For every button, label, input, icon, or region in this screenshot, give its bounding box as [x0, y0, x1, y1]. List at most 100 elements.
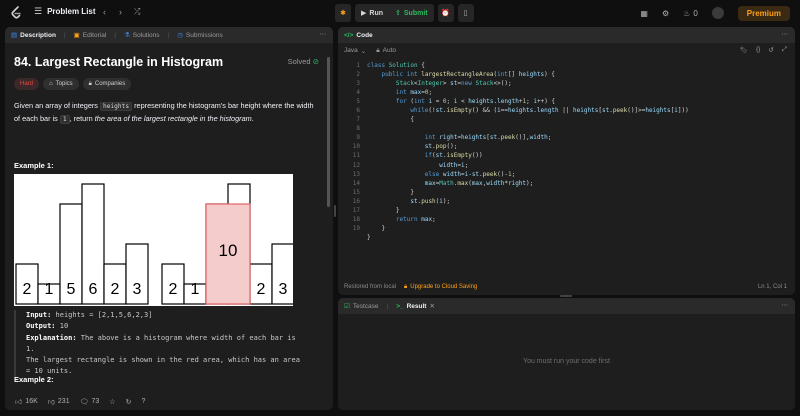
statement-text: Given an array of integers	[14, 101, 100, 110]
language-label: Java	[344, 47, 358, 54]
test-panel-tabs: ☑ Testcase | >_ Result ✕ ⋯	[338, 298, 795, 314]
check-circle-icon: ⊘	[312, 57, 319, 66]
solved-label: Solved	[287, 57, 311, 66]
tab-solutions-label: Solutions	[132, 31, 160, 39]
bookmark-icon[interactable]: 🔖︎	[740, 46, 748, 54]
code-line: }	[367, 188, 414, 196]
upgrade-label: Upgrade to Cloud Saving	[410, 283, 478, 290]
braces-icon[interactable]: {}	[756, 46, 760, 54]
auto-mode[interactable]: 🔒︎ Auto	[376, 47, 396, 55]
next-problem-icon[interactable]: ›	[119, 7, 122, 17]
code-line: }	[367, 233, 371, 241]
line-number: 18	[352, 215, 360, 223]
horizontal-resize-handle[interactable]	[560, 295, 572, 297]
more-icon[interactable]: ⋯	[782, 30, 789, 38]
tab-description[interactable]: ▤ Description	[11, 31, 56, 40]
vertical-resize-handle[interactable]	[334, 205, 336, 217]
submit-label: Submit	[403, 9, 428, 17]
shuffle-icon[interactable]: ⤮	[134, 7, 140, 17]
history-icon: ◷	[177, 32, 183, 39]
run-button[interactable]: ▶ Run	[355, 4, 389, 22]
play-icon: ▶	[361, 10, 367, 17]
share-icon[interactable]: ↻	[126, 398, 132, 406]
explanation-text: The above is a histogram where width of …	[76, 333, 296, 342]
companies-button[interactable]: 🔒︎ Companies	[82, 78, 132, 90]
streak-counter[interactable]: ♨ 0	[683, 9, 698, 18]
code-line: for (int i = 0; i < heights.length+1; i+…	[395, 98, 556, 106]
language-select[interactable]: Java ⌄	[344, 47, 366, 55]
tab-editorial[interactable]: ▣ Editorial	[74, 31, 107, 40]
settings-icon[interactable]: ⚙	[662, 9, 669, 18]
topics-button[interactable]: ⌂ Topics	[43, 78, 79, 90]
alarm-icon: ⏰	[441, 10, 450, 17]
restored-status: Restored from local	[344, 284, 397, 290]
code-editor[interactable]: class Solution { public int largestRecta…	[367, 61, 689, 242]
input-value: heights = [2,1,5,6,2,3]	[51, 311, 153, 319]
tab-testcase-label: Testcase	[352, 302, 379, 310]
example-output: Output: 10	[26, 321, 322, 332]
tab-submissions[interactable]: ◷ Submissions	[177, 31, 223, 40]
output-label: Output:	[26, 322, 56, 331]
thumbs-up-icon: 👍︎	[15, 399, 23, 406]
tab-code-label: Code	[356, 31, 373, 39]
line-number: 8	[356, 125, 360, 133]
page-title: 84. Largest Rectangle in Histogram	[14, 55, 224, 69]
premium-button[interactable]: Premium	[737, 5, 790, 21]
dislike-button[interactable]: 👎︎ 231	[48, 397, 70, 406]
problem-list-button[interactable]: ☰ Problem List	[34, 6, 96, 17]
explanation-text: = 10 units.	[26, 367, 73, 376]
more-icon[interactable]: ⋯	[320, 30, 327, 38]
coin-count: 0	[693, 8, 698, 18]
line-number: 10	[352, 143, 360, 151]
example-explanation: Explanation: The above is a histogram wh…	[26, 333, 322, 344]
tab-divider: |	[63, 31, 66, 39]
line-number: 12	[352, 161, 360, 169]
example-input: Input: heights = [2,1,5,6,2,3]	[26, 310, 322, 321]
output-value: 10	[55, 322, 69, 331]
statement-text: .	[251, 114, 254, 123]
code-line: public int largestRectangleArea(int[] he…	[381, 71, 555, 79]
bar-value-label: 2	[23, 281, 32, 298]
leetcode-logo-icon[interactable]	[10, 6, 22, 20]
tab-result[interactable]: >_ Result ✕	[396, 302, 435, 311]
layout-icon[interactable]: ▦	[640, 9, 648, 18]
line-number-gutter: 1 2 3 4 5 6 7 8 9 10 11 12 13 14 15 16 17 18 19	[338, 61, 360, 233]
line-number: 6	[356, 107, 360, 115]
chevron-down-icon: ⌄	[360, 48, 367, 55]
bug-icon: ✱	[340, 10, 346, 17]
auto-label: Auto	[382, 47, 397, 54]
tab-code[interactable]: </> Code	[344, 32, 373, 39]
timer-button[interactable]: ⏰	[437, 4, 454, 22]
prev-problem-icon[interactable]: ‹	[103, 7, 106, 17]
fullscreen-icon[interactable]: ⤢	[782, 46, 787, 54]
notes-button[interactable]: ▯	[457, 4, 474, 22]
more-icon[interactable]: ⋯	[782, 301, 789, 309]
top-bar: ☰ Problem List ‹ › ⤮ ✱ ▶ Run ⇪ Submit ⏰ …	[0, 0, 800, 26]
thumbs-down-icon: 👎︎	[47, 399, 55, 406]
tab-testcase[interactable]: ☑ Testcase	[344, 302, 379, 311]
close-icon[interactable]: ✕	[429, 302, 434, 310]
submit-button[interactable]: ⇪ Submit	[389, 4, 434, 22]
tab-solutions[interactable]: ⚗ Solutions	[124, 31, 160, 40]
comments-button[interactable]: 🗨︎ 73	[80, 398, 100, 406]
scrollbar-thumb[interactable]	[327, 57, 330, 207]
topics-label: Topics	[55, 81, 73, 87]
avatar[interactable]	[711, 7, 724, 19]
bar-value-label: 1	[45, 281, 54, 298]
debug-button[interactable]: ✱	[335, 4, 351, 22]
bar-value-label: 2	[257, 281, 266, 298]
line-number: 16	[352, 197, 360, 205]
tab-result-label: Result	[406, 302, 427, 310]
code-line: else width=i-st.peek()-1;	[424, 170, 516, 178]
problem-statement: Given an array of integers heights repre…	[14, 100, 318, 126]
bar-value-label: 5	[67, 281, 76, 298]
bar-value-label: 1	[191, 281, 200, 298]
help-icon[interactable]: ?	[141, 398, 145, 405]
reset-icon[interactable]: ↺	[768, 46, 773, 54]
line-number: 17	[352, 206, 360, 214]
star-icon[interactable]: ☆	[109, 398, 115, 406]
like-button[interactable]: 👍︎ 16K	[15, 397, 38, 406]
lock-icon: 🔒︎	[88, 80, 92, 87]
upgrade-cloud-link[interactable]: 🔒︎ Upgrade to Cloud Saving	[404, 284, 477, 291]
code-line: st.pop();	[424, 143, 458, 151]
